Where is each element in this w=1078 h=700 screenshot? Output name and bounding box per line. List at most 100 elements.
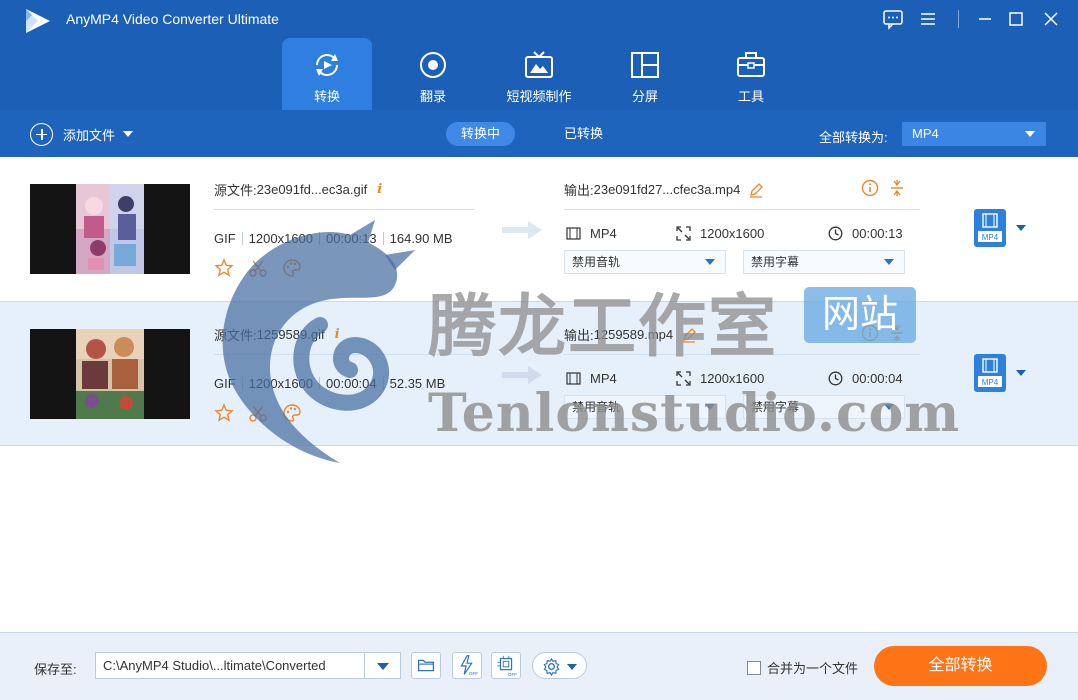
tab-rip[interactable]: 翻录 <box>388 38 478 110</box>
gear-icon <box>543 657 560 676</box>
output-format-badge[interactable]: MP4 <box>974 354 1006 392</box>
maximize-icon[interactable] <box>1003 8 1029 30</box>
source-meta: GIF 1200x1600 00:00:04 52.35 MB <box>214 376 445 391</box>
divider <box>564 354 920 355</box>
output-format-badge[interactable]: MP4 <box>974 209 1006 247</box>
folder-icon <box>417 659 435 672</box>
mp4-file-icon: MP4 <box>978 358 1002 387</box>
toolbox-icon <box>735 50 767 80</box>
mp4-file-icon: MP4 <box>978 213 1002 242</box>
save-path-field[interactable]: C:\AnyMP4 Studio\...ltimate\Converted <box>95 652 365 679</box>
settings-button[interactable] <box>532 652 587 679</box>
cpu-accel-off-button[interactable]: OFF <box>491 652 521 679</box>
video-thumbnail[interactable] <box>30 184 190 274</box>
svg-text:OFF: OFF <box>508 672 517 677</box>
chevron-down-icon <box>377 663 389 670</box>
svg-text:OFF: OFF <box>469 671 478 676</box>
tab-convert[interactable]: 转换 <box>282 38 372 110</box>
compress-icon[interactable] <box>889 324 905 342</box>
scissors-icon[interactable] <box>248 403 268 423</box>
menu-icon[interactable] <box>915 8 941 30</box>
output-duration-value: 00:00:13 <box>852 226 903 241</box>
source-format: GIF <box>214 376 236 391</box>
svg-text:MP4: MP4 <box>982 233 999 242</box>
chevron-down-icon <box>1025 131 1035 137</box>
add-file-label: 添加文件 <box>63 127 116 143</box>
format-dropdown-icon[interactable] <box>1016 370 1026 376</box>
output-duration: 00:00:13 <box>828 226 903 241</box>
enhance-star-icon[interactable] <box>214 258 234 278</box>
hardware-accel-off-button[interactable]: OFF <box>452 652 482 679</box>
audio-track-value: 禁用音轨 <box>572 400 621 414</box>
output-info-icon[interactable] <box>861 179 879 197</box>
source-file: 源文件: 1259589.gif i <box>214 325 340 344</box>
rename-pencil-icon[interactable] <box>681 327 697 343</box>
footer-bar: 保存至: C:\AnyMP4 Studio\...ltimate\Convert… <box>0 632 1078 700</box>
resize-icon <box>676 226 691 241</box>
open-folder-button[interactable] <box>411 652 441 679</box>
window-controls-divider <box>958 10 959 28</box>
palette-icon[interactable] <box>282 258 302 278</box>
tab-short-video[interactable]: 短视频制作 <box>494 38 584 110</box>
enhance-star-icon[interactable] <box>214 403 234 423</box>
output-file: 输出: 23e091fd27...cfec3a.mp4 <box>564 180 764 199</box>
output-info-icon[interactable] <box>861 324 879 342</box>
tab-split-screen[interactable]: 分屏 <box>600 38 690 110</box>
disc-icon <box>417 50 449 80</box>
audio-track-select[interactable]: 禁用音轨 <box>564 250 726 274</box>
source-duration: 00:00:04 <box>326 376 377 391</box>
output-duration-value: 00:00:04 <box>852 371 903 386</box>
info-icon[interactable]: i <box>335 327 340 342</box>
thumbnail-artwork <box>76 329 144 419</box>
tab-converted[interactable]: 已转换 <box>549 122 618 146</box>
chevron-down-icon[interactable] <box>123 131 134 137</box>
rename-pencil-icon[interactable] <box>748 182 764 198</box>
close-icon[interactable] <box>1038 8 1064 30</box>
subtitle-select[interactable]: 禁用字幕 <box>743 250 905 274</box>
audio-track-select[interactable]: 禁用音轨 <box>564 395 726 419</box>
save-path-dropdown[interactable] <box>365 652 401 679</box>
output-format: MP4 <box>566 371 617 386</box>
source-file: 源文件: 23e091fd...ec3a.gif i <box>214 180 382 199</box>
source-filename: 23e091fd...ec3a.gif <box>256 182 368 197</box>
minimize-icon[interactable] <box>972 8 998 30</box>
svg-text:MP4: MP4 <box>982 378 999 387</box>
tab-label: 工具 <box>737 89 764 104</box>
subtitle-value: 禁用字幕 <box>751 255 800 269</box>
output-label: 输出: <box>564 183 594 198</box>
output-filename: 23e091fd27...cfec3a.mp4 <box>593 182 741 197</box>
compress-icon[interactable] <box>889 179 905 197</box>
checkbox-box[interactable] <box>747 660 761 675</box>
source-resolution: 1200x1600 <box>248 231 314 246</box>
output-file: 输出: 1259589.mp4 <box>564 325 697 344</box>
resize-icon <box>676 371 691 386</box>
subtitle-value: 禁用字幕 <box>751 400 800 414</box>
palette-icon[interactable] <box>282 403 302 423</box>
info-icon[interactable]: i <box>377 182 382 197</box>
source-meta: GIF 1200x1600 00:00:13 164.90 MB <box>214 231 453 246</box>
subtitle-select[interactable]: 禁用字幕 <box>743 395 905 419</box>
source-filename: 1259589.gif <box>256 327 325 342</box>
output-resolution: 1200x1600 <box>676 371 764 386</box>
output-format-value: MP4 <box>590 226 617 241</box>
video-thumbnail[interactable] <box>30 329 190 419</box>
format-dropdown-icon[interactable] <box>1016 225 1026 231</box>
tab-label: 翻录 <box>419 89 446 104</box>
tab-converting[interactable]: 转换中 <box>446 122 516 146</box>
app-title: AnyMP4 Video Converter Ultimate <box>66 11 279 27</box>
merge-into-one-checkbox[interactable]: 合并为一个文件 <box>747 658 858 677</box>
add-file-button[interactable]: 添加文件 <box>30 122 134 146</box>
edit-tools <box>214 258 316 278</box>
file-row: 源文件: 1259589.gif i GIF 1200x1600 00:00:0… <box>0 301 1078 446</box>
toolbar: 添加文件 转换中 已转换 全部转换为: MP4 <box>0 110 1078 157</box>
source-label: 源文件: <box>214 328 257 343</box>
convert-icon <box>311 50 343 80</box>
feedback-icon[interactable] <box>880 8 906 30</box>
output-format-value: MP4 <box>590 371 617 386</box>
audio-track-value: 禁用音轨 <box>572 255 621 269</box>
convert-all-format-select[interactable]: MP4 <box>902 122 1046 146</box>
scissors-icon[interactable] <box>248 258 268 278</box>
convert-arrow-icon <box>502 366 542 384</box>
convert-all-button[interactable]: 全部转换 <box>874 646 1047 686</box>
tab-tools[interactable]: 工具 <box>706 38 796 110</box>
